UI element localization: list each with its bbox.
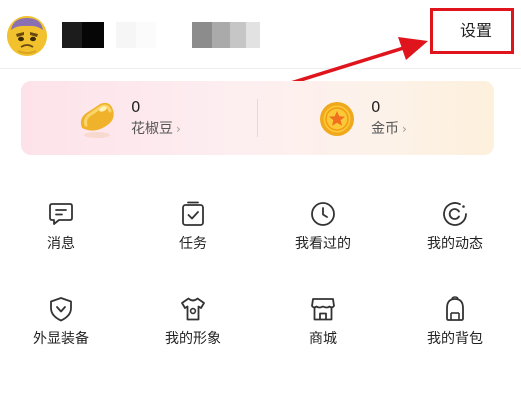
menu-item-equipment[interactable]: 外显装备 [13,295,109,361]
menu-label: 我看过的 [295,236,351,252]
menu-label: 我的动态 [427,236,483,252]
gold-coin-balance[interactable]: 0 金币 › [316,81,516,155]
pepper-bean-balance[interactable]: 0 花椒豆 › [76,81,276,155]
menu-item-moments[interactable]: 我的动态 [407,200,503,266]
wallet-card: 0 花椒豆 › 0 金币 › [21,81,494,155]
menu-label: 我的形象 [165,331,221,347]
profile-page: 设置 0 花椒豆 › 0 金币 › 消息 任务 我看过的 我的动态 外显装备 我… [0,0,521,393]
chevron-right-icon: › [176,122,181,136]
task-icon [182,201,204,226]
gold-coin-value: 0 [371,98,381,116]
menu-item-backpack[interactable]: 我的背包 [407,295,503,361]
menu-label: 任务 [179,236,207,252]
wallet-divider [257,99,258,137]
pepper-bean-label-text: 花椒豆 [131,121,173,137]
menu-item-avatar-style[interactable]: 我的形象 [145,295,241,361]
chevron-right-icon: › [402,122,407,136]
menu-item-tasks[interactable]: 任务 [145,200,241,266]
menu-item-history[interactable]: 我看过的 [275,200,371,266]
menu-item-store[interactable]: 商城 [275,295,371,361]
message-icon [49,203,73,225]
pepper-bean-label: 花椒豆 › [131,120,181,138]
tshirt-icon [181,297,205,321]
gold-coin-icon [320,102,354,136]
menu-label: 外显装备 [33,331,89,347]
gold-coin-label: 金币 › [371,120,407,138]
menu-label: 我的背包 [427,331,483,347]
menu-label: 商城 [309,331,337,347]
store-icon [311,298,335,321]
menu-label: 消息 [47,236,75,252]
gold-coin-label-text: 金币 [371,121,399,137]
menu-item-messages[interactable]: 消息 [13,200,109,266]
backpack-icon [446,296,464,321]
moments-icon [443,202,467,226]
pepper-bean-value: 0 [131,98,141,116]
history-clock-icon [311,202,335,226]
shield-icon [50,297,72,322]
pepper-bean-icon [80,102,114,138]
